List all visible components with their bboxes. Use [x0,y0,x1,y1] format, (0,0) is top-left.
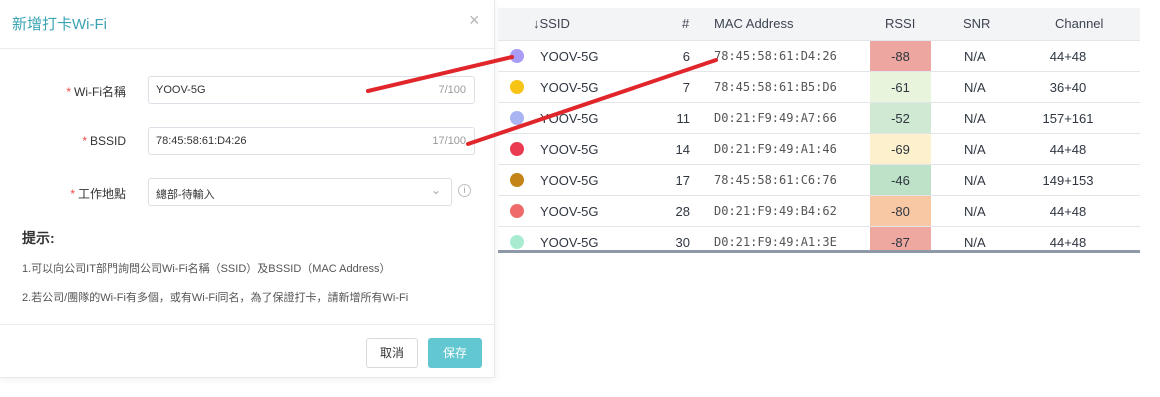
bssid-char-count: 17/100 [432,135,466,147]
column-header-ssid[interactable]: ↓SSID [533,8,570,40]
cancel-button[interactable]: 取消 [366,338,418,368]
dialog-title: 新增打卡Wi-Fi [12,16,107,33]
wifi-name-label-text: Wi-Fi名稱 [74,85,126,99]
required-mark: * [70,187,75,201]
ssid-color-dot [510,235,524,249]
column-header-rssi[interactable]: RSSI [885,8,915,40]
wifi-name-value: YOOV-5G [156,84,206,96]
table-row[interactable]: YOOV-5G 17 78:45:58:61:C6:76 -46 N/A 149+153 [498,164,1140,196]
cell-number: 11 [676,111,691,126]
table-row[interactable]: YOOV-5G 7 78:45:58:61:B5:D6 -61 N/A 36+40 [498,71,1140,103]
cell-snr: N/A [964,204,986,219]
wifi-name-label: * Wi-Fi名稱 [16,83,126,100]
cell-ssid: YOOV-5G [540,142,599,157]
table-bottom-border [498,250,1140,253]
cell-number: 14 [675,142,690,157]
ssid-color-dot [510,142,524,156]
info-icon[interactable]: i [458,184,471,197]
cell-rssi: -69 [870,134,931,165]
close-icon[interactable]: × [469,11,485,29]
add-wifi-dialog: 新增打卡Wi-Fi × * Wi-Fi名稱 YOOV-5G 7/100 * BSSI… [0,0,495,378]
table-header: ↓SSID # MAC Address RSSI SNR Channel [498,8,1140,40]
wifi-name-char-count: 7/100 [438,84,466,96]
location-value: 總部-待輸入 [156,189,215,201]
cell-ssid: YOOV-5G [540,49,599,64]
ssid-color-dot [510,80,524,94]
table-row[interactable]: YOOV-5G 14 D0:21:F9:49:A1:46 -69 N/A 44+48 [498,133,1140,165]
required-mark: * [82,134,87,148]
cell-number: 7 [682,80,690,95]
table-row[interactable]: YOOV-5G 11 D0:21:F9:49:A7:66 -52 N/A 157+161 [498,102,1140,134]
cell-number: 6 [682,49,690,64]
location-label-text: 工作地點 [77,187,126,201]
cell-channel: 157+161 [1042,111,1094,126]
cell-ssid: YOOV-5G [540,173,599,188]
cell-mac-address: D0:21:F9:49:A1:46 [714,142,837,156]
cell-ssid: YOOV-5G [540,111,599,126]
required-mark: * [66,85,71,99]
cell-rssi: -88 [870,41,931,72]
cell-snr: N/A [964,173,986,188]
wifi-name-input[interactable]: YOOV-5G 7/100 [148,76,475,104]
cell-snr: N/A [964,80,986,95]
location-select[interactable]: 總部-待輸入 ⌄ [148,178,452,206]
cell-snr: N/A [964,111,986,126]
cell-mac-address: D0:21:F9:49:A7:66 [714,111,837,125]
cell-mac-address: 78:45:58:61:C6:76 [714,173,837,187]
ssid-color-dot [510,173,524,187]
column-header-channel[interactable]: Channel [1055,8,1103,40]
location-label: * 工作地點 [16,185,126,202]
bssid-input[interactable]: 78:45:58:61:D4:26 17/100 [148,127,475,155]
cell-number: 28 [675,204,690,219]
ssid-color-dot [510,49,524,63]
footer-divider [0,324,494,325]
ssid-color-dot [510,111,524,125]
save-button[interactable]: 保存 [428,338,482,368]
ssid-color-dot [510,204,524,218]
column-header-number[interactable]: # [682,8,689,40]
cell-ssid: YOOV-5G [540,204,599,219]
table-row[interactable]: YOOV-5G 28 D0:21:F9:49:B4:62 -80 N/A 44+48 [498,195,1140,227]
cell-snr: N/A [964,49,986,64]
cell-rssi: -52 [870,103,931,134]
tip-item: 1.可以向公司IT部門詢問公司Wi-Fi名稱（SSID）及BSSID（MAC A… [22,263,391,275]
cell-channel: 44+48 [1049,142,1087,157]
bssid-label-text: BSSID [89,134,126,148]
cell-channel: 44+48 [1049,49,1087,64]
cell-rssi: -61 [870,72,931,103]
table-row[interactable]: YOOV-5G 6 78:45:58:61:D4:26 -88 N/A 44+48 [498,40,1140,72]
bssid-label: * BSSID [16,134,126,148]
wifi-scan-table: ↓SSID # MAC Address RSSI SNR Channel YOO… [498,8,1140,253]
cell-mac-address: 78:45:58:61:D4:26 [714,49,837,63]
cell-mac-address: 78:45:58:61:B5:D6 [714,80,837,94]
cell-rssi: -80 [870,196,931,227]
cell-channel: 44+48 [1049,204,1087,219]
column-header-mac[interactable]: MAC Address [714,8,793,40]
cell-number: 17 [675,173,690,188]
dialog-header: 新增打卡Wi-Fi × [0,0,494,49]
table-row[interactable]: YOOV-5G 30 D0:21:F9:49:A1:3E -87 N/A 44+48 [498,226,1140,253]
cell-snr: N/A [964,142,986,157]
bssid-value: 78:45:58:61:D4:26 [156,135,247,147]
tips-title: 提示: [22,230,55,246]
cell-mac-address: D0:21:F9:49:B4:62 [714,204,837,218]
cell-channel: 149+153 [1042,173,1094,188]
tip-item: 2.若公司/團隊的Wi-Fi有多個，或有Wi-Fi同名，為了保證打卡，請新增所有… [22,292,409,304]
table-body: YOOV-5G 6 78:45:58:61:D4:26 -88 N/A 44+48 YOOV… [498,40,1140,253]
cell-rssi: -46 [870,165,931,196]
cell-ssid: YOOV-5G [540,80,599,95]
chevron-down-icon: ⌄ [430,183,441,197]
column-header-snr[interactable]: SNR [963,8,990,40]
cell-channel: 36+40 [1049,80,1087,95]
